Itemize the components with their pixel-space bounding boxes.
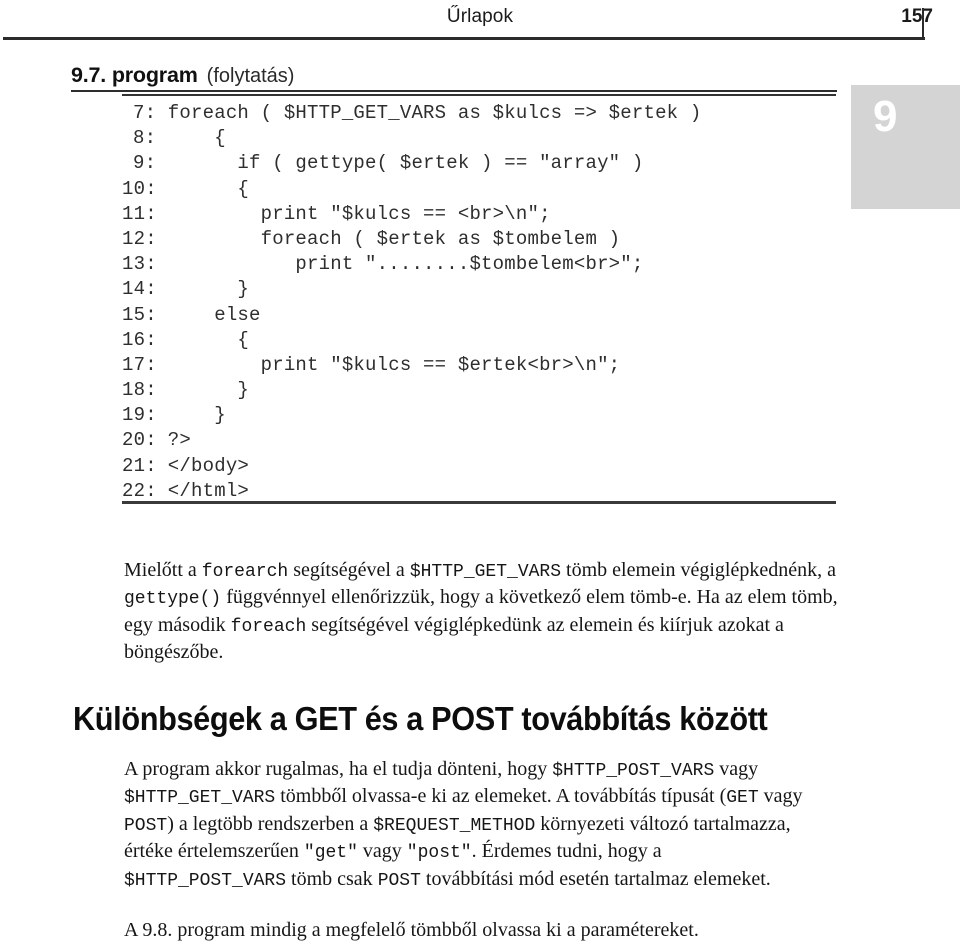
code-line-number: 12: — [122, 227, 157, 250]
header-divider — [3, 37, 925, 40]
code-line: 11: print "$kulcs == <br>\n"; — [122, 202, 852, 227]
code-line-text: { — [156, 127, 226, 150]
code-line-number: 15: — [122, 303, 157, 326]
code-line: 10: { — [122, 177, 852, 202]
code-line: 18: } — [122, 378, 852, 403]
code-line-text: } — [156, 404, 226, 427]
code-line-text: ?> — [156, 429, 192, 452]
code-line-text: print "$kulcs == <br>\n"; — [156, 202, 551, 225]
paragraph-get-post: A program akkor rugalmas, ha el tudja dö… — [124, 758, 803, 891]
page-header: Űrlapok 157 — [0, 0, 960, 46]
code-line-number: 21: — [122, 454, 157, 477]
code-line: 8: { — [122, 126, 852, 151]
code-line-number: 20: — [122, 429, 157, 452]
code-line-number: 13: — [122, 253, 157, 276]
code-line-text: </body> — [156, 454, 250, 477]
code-line-text: print "$kulcs == $ertek<br>\n"; — [156, 353, 621, 376]
code-line: 12: foreach ( $ertek as $tombelem ) — [122, 227, 852, 252]
code-line-text: </html> — [156, 479, 250, 502]
paragraph-intro: Mielőtt a forearch segítségével a $HTTP_… — [124, 559, 838, 664]
section-heading: Különbségek a GET és a POST továbbítás k… — [73, 700, 768, 737]
caption-divider — [71, 90, 837, 92]
page-number: 157 — [901, 6, 933, 27]
code-line: 9: if ( gettype( $ertek ) == "array" ) — [122, 151, 852, 176]
program-caption: 9.7. program (folytatás) — [71, 63, 837, 89]
code-line: 7: foreach ( $HTTP_GET_VARS as $kulcs =>… — [122, 101, 852, 126]
code-line-text: } — [156, 278, 250, 301]
code-listing-bottom-rule — [122, 501, 836, 504]
code-line: 13: print "........$tombelem<br>"; — [122, 252, 852, 277]
program-caption-continuation: (folytatás) — [206, 65, 295, 87]
code-line-number: 17: — [122, 353, 157, 376]
code-line-number: 16: — [122, 328, 157, 351]
paragraph-final: A 9.8. program mindig a megfelelő tömbbő… — [124, 919, 699, 941]
code-line: 20: ?> — [122, 428, 852, 453]
code-line-number: 8: — [132, 127, 157, 150]
code-line-number: 10: — [122, 177, 157, 200]
code-line-text: } — [156, 379, 250, 402]
code-line-number: 19: — [122, 404, 157, 427]
code-listing-top-rule — [122, 94, 836, 96]
code-line-text: foreach ( $ertek as $tombelem ) — [156, 227, 621, 250]
code-line-text: else — [156, 303, 261, 326]
code-line-number: 11: — [122, 202, 157, 225]
chapter-number: 9 — [873, 92, 898, 141]
code-line-number: 18: — [122, 379, 157, 402]
code-line: 16: { — [122, 328, 852, 353]
code-line: 14: } — [122, 277, 852, 302]
program-caption-number: 9.7. program — [71, 63, 198, 87]
code-line-text: foreach ( $HTTP_GET_VARS as $kulcs => $e… — [156, 102, 702, 124]
code-line-number: 14: — [122, 278, 157, 301]
code-listing: 7: foreach ( $HTTP_GET_VARS as $kulcs =>… — [122, 101, 852, 504]
header-edge-tick — [922, 8, 924, 40]
code-line: 17: print "$kulcs == $ertek<br>\n"; — [122, 353, 852, 378]
code-line-text: { — [156, 177, 250, 200]
chapter-tab-marker: 9 — [851, 85, 960, 209]
code-line-text: { — [156, 328, 250, 351]
code-line: 15: else — [122, 303, 852, 328]
code-line: 19: } — [122, 403, 852, 428]
code-line-text: if ( gettype( $ertek ) == "array" ) — [156, 152, 644, 175]
code-line: 21: </body> — [122, 454, 852, 479]
code-line-text: print "........$tombelem<br>"; — [156, 253, 644, 276]
code-line-number: 9: — [132, 152, 157, 175]
page-title: Űrlapok — [446, 6, 514, 27]
code-line-number: 7: — [132, 102, 157, 124]
